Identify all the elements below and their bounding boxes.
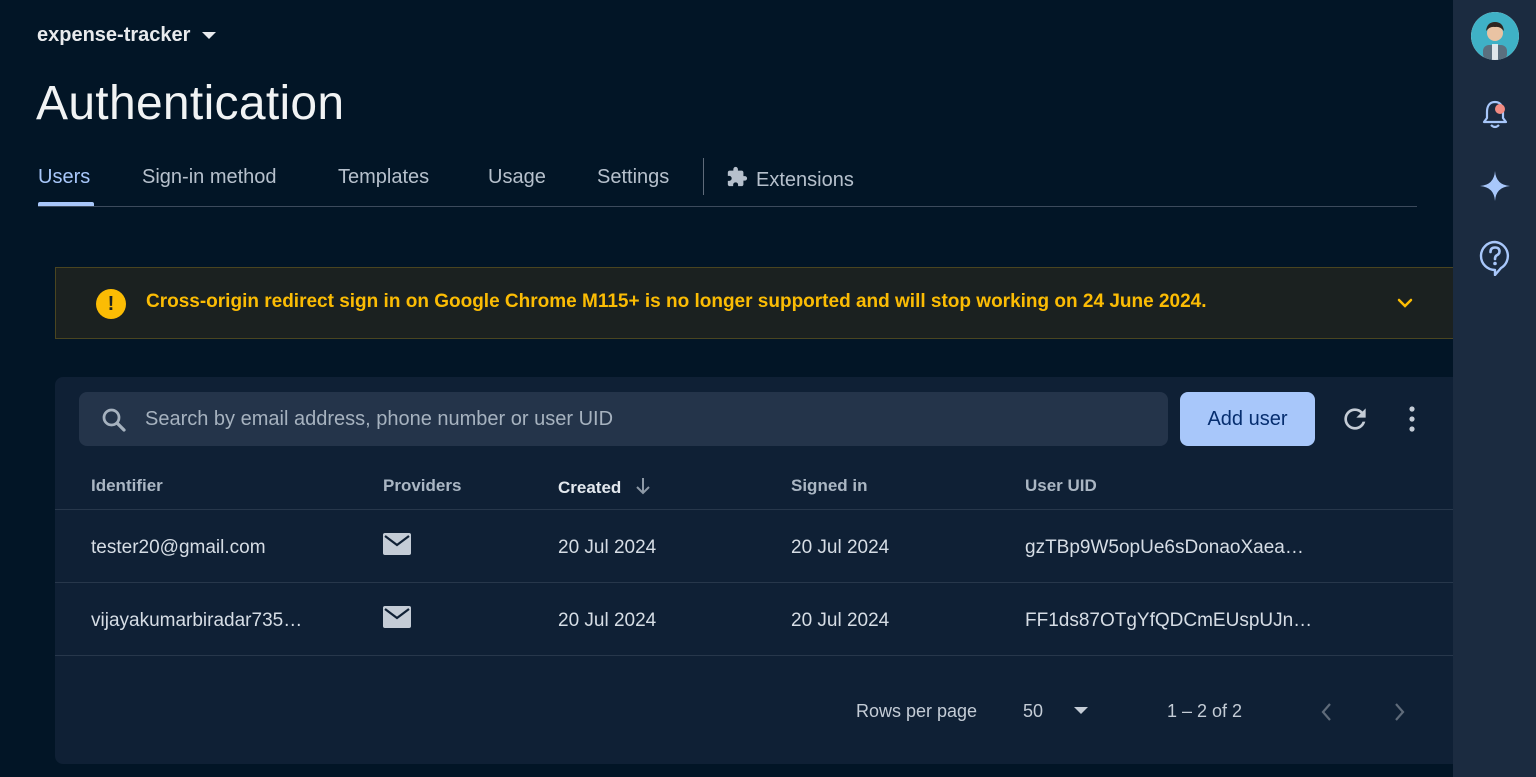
email-icon <box>383 606 411 628</box>
cell-user-uid: FF1ds87OTgYfQDCmEUspUJn… <box>1025 610 1313 631</box>
add-user-button[interactable]: Add user <box>1180 392 1315 446</box>
caret-down-icon <box>202 32 217 39</box>
puzzle-icon <box>727 166 748 187</box>
tab-usage[interactable]: Usage <box>488 166 546 189</box>
avatar[interactable] <box>1471 12 1519 60</box>
more-vert-icon[interactable] <box>1406 405 1418 433</box>
tab-label: Extensions <box>756 169 854 191</box>
right-rail <box>1453 0 1536 777</box>
cell-signed-in: 20 Jul 2024 <box>791 610 890 631</box>
tab-label: Templates <box>338 166 430 188</box>
cell-user-uid: gzTBp9W5opUe6sDonaoXaea… <box>1025 537 1304 558</box>
table-row[interactable]: vijayakumarbiradar735… 20 Jul 2024 20 Ju… <box>55 583 1453 655</box>
column-header-providers: Providers <box>383 476 462 495</box>
users-table-card: Search by email address, phone number or… <box>55 377 1453 764</box>
warning-banner: ! Cross-origin redirect sign in on Googl… <box>55 267 1453 339</box>
tab-label: Usage <box>488 166 546 188</box>
project-selector[interactable]: expense-tracker <box>37 24 217 47</box>
cell-identifier: tester20@gmail.com <box>91 537 266 558</box>
cell-signed-in: 20 Jul 2024 <box>791 537 890 558</box>
column-header-identifier: Identifier <box>91 476 163 495</box>
column-header-label: Created <box>558 478 622 497</box>
email-icon <box>383 533 411 555</box>
column-header-signed-in: Signed in <box>791 476 868 495</box>
page-title: Authentication <box>36 77 345 130</box>
rows-per-page-select[interactable]: 50 <box>1023 701 1043 722</box>
search-icon <box>102 408 126 432</box>
search-placeholder: Search by email address, phone number or… <box>145 408 614 430</box>
project-name: expense-tracker <box>37 24 191 46</box>
cell-created: 20 Jul 2024 <box>558 537 657 558</box>
active-tab-indicator <box>38 202 94 206</box>
column-header-user-uid: User UID <box>1025 476 1097 495</box>
pagination-range: 1 – 2 of 2 <box>1167 701 1243 721</box>
rows-per-page-label: Rows per page <box>856 701 978 721</box>
warning-message: Cross-origin redirect sign in on Google … <box>146 291 1207 312</box>
tab-extensions[interactable]: Extensions <box>726 166 854 192</box>
tab-label: Settings <box>597 166 670 188</box>
chevron-right-icon[interactable] <box>1391 700 1407 724</box>
warning-icon: ! <box>96 289 126 319</box>
tab-templates[interactable]: Templates <box>338 166 429 189</box>
search-input[interactable]: Search by email address, phone number or… <box>79 392 1168 446</box>
notifications-icon[interactable] <box>1479 98 1511 130</box>
tab-label: Sign-in method <box>142 166 277 188</box>
column-header-created[interactable]: Created <box>558 476 651 498</box>
refresh-icon[interactable] <box>1339 403 1371 435</box>
main-content: expense-tracker Authentication Users Sig… <box>0 0 1453 777</box>
divider <box>55 655 1453 656</box>
cell-created: 20 Jul 2024 <box>558 610 657 631</box>
cell-identifier: vijayakumarbiradar735… <box>91 610 303 631</box>
tab-bar: Users Sign-in method Templates Usage Set… <box>38 158 1417 207</box>
caret-down-icon[interactable] <box>1074 707 1088 714</box>
tab-divider <box>703 158 704 195</box>
user-avatar-image <box>1471 12 1519 60</box>
tab-sign-in-method[interactable]: Sign-in method <box>142 166 277 189</box>
tab-label: Users <box>38 166 91 188</box>
help-icon[interactable] <box>1479 240 1511 276</box>
arrow-down-icon <box>636 478 651 495</box>
tab-settings[interactable]: Settings <box>597 166 669 189</box>
chevron-left-icon[interactable] <box>1319 700 1335 724</box>
chevron-down-icon[interactable] <box>1397 290 1413 316</box>
table-row[interactable]: tester20@gmail.com 20 Jul 2024 20 Jul 20… <box>55 510 1453 582</box>
sparkle-icon[interactable] <box>1479 170 1511 202</box>
tab-users[interactable]: Users <box>38 166 90 189</box>
